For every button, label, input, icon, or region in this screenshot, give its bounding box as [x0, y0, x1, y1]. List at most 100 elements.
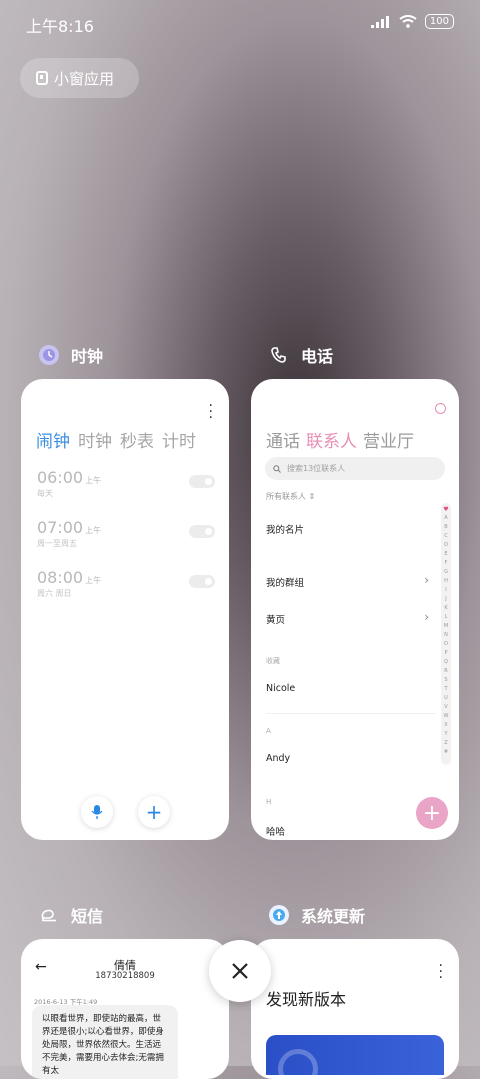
sms-app-card[interactable]: ← 倩倩 18730218809 2016-6-13 下午1:49 以眼看世界，…	[21, 939, 229, 1079]
update-app-name: 系统更新	[301, 907, 366, 926]
tab-stopwatch[interactable]: 秒表	[120, 427, 154, 452]
tab-alarm[interactable]: 闹钟	[36, 427, 70, 452]
index-letter[interactable]: S	[441, 676, 451, 685]
alphabet-index-bar[interactable]: ♥ A B C D E F G H I J K L M N O P Q R S T U V W X Y Z #	[441, 503, 451, 765]
index-letter[interactable]: Q	[441, 658, 451, 667]
search-placeholder: 搜索13位联系人	[287, 464, 346, 473]
section-header-a: A	[266, 727, 271, 735]
tab-calls[interactable]: 通话	[266, 427, 300, 452]
clock-app-card[interactable]: · · · 闹钟 时钟 秒表 计时 06:00 上午 每天 07:00 上午 周一至周五…	[21, 379, 229, 840]
status-time: 上午8:16	[26, 17, 94, 36]
alarm-repeat: 每天	[37, 489, 53, 498]
index-letter[interactable]: U	[441, 694, 451, 703]
floating-window-label: 小窗应用	[54, 69, 115, 88]
battery-icon: 100	[424, 14, 454, 29]
index-letter[interactable]: X	[441, 721, 451, 730]
more-options-icon[interactable]: · · ·	[439, 959, 443, 985]
index-letter[interactable]: C	[441, 532, 451, 541]
contact-item[interactable]: 哈哈	[266, 824, 285, 838]
index-letter[interactable]: G	[441, 568, 451, 577]
phone-tabs: 通话 联系人 营业厅	[266, 427, 414, 452]
alarm-item[interactable]: 06:00 上午 每天	[37, 468, 215, 499]
index-letter[interactable]: D	[441, 541, 451, 550]
more-options-icon[interactable]: · · ·	[209, 399, 213, 425]
floating-window-icon	[36, 71, 48, 85]
my-groups-item[interactable]: 我的群组	[266, 575, 304, 589]
index-letter[interactable]: T	[441, 685, 451, 694]
alarm-toggle[interactable]	[189, 575, 215, 588]
microphone-icon	[91, 805, 103, 819]
tab-timer[interactable]: 计时	[162, 427, 196, 452]
alarm-repeat: 周一至周五	[37, 539, 77, 548]
index-letter[interactable]: K	[441, 604, 451, 613]
voice-alarm-button[interactable]	[81, 796, 113, 828]
clock-app-name: 时钟	[71, 347, 104, 366]
alarm-repeat: 周六 周日	[37, 589, 72, 598]
index-letter[interactable]: B	[441, 523, 451, 532]
index-letter[interactable]: O	[441, 640, 451, 649]
clock-app-icon	[39, 345, 59, 365]
divider	[266, 713, 436, 714]
phone-app-card[interactable]: 通话 联系人 营业厅 搜索13位联系人 所有联系人 ⇕ 我的名片 我的群组 › …	[251, 379, 459, 840]
alarm-ampm: 上午	[85, 576, 102, 585]
alarm-ampm: 上午	[85, 526, 102, 535]
section-header-h: H	[266, 798, 272, 806]
sort-arrows-icon: ⇕	[308, 492, 316, 501]
alarm-ampm: 上午	[85, 476, 102, 485]
sms-message-bubble[interactable]: 以眼看世界，即使站的最高，世界还是很小;以心看世界，即使身处局限，世界依然很大。…	[32, 1005, 178, 1079]
favorites-heart-icon: ♥	[443, 506, 449, 513]
alarm-item[interactable]: 08:00 上午 周六 周日	[37, 568, 215, 599]
status-icons: 100	[370, 14, 454, 29]
update-title: 发现新版本	[266, 990, 347, 1009]
all-contacts-filter[interactable]: 所有联系人 ⇕	[266, 491, 315, 502]
index-letter[interactable]: Y	[441, 730, 451, 739]
search-icon	[273, 464, 281, 473]
index-letter[interactable]: E	[441, 550, 451, 559]
clock-app-header[interactable]: 时钟	[39, 343, 103, 367]
tab-service-hall[interactable]: 营业厅	[363, 427, 414, 452]
contact-search-input[interactable]: 搜索13位联系人	[265, 457, 445, 480]
update-app-card[interactable]: · · · 发现新版本	[251, 939, 459, 1079]
phone-app-name: 电话	[301, 347, 334, 366]
update-app-header[interactable]: 系统更新	[269, 903, 365, 927]
index-letter[interactable]: P	[441, 649, 451, 658]
index-letter[interactable]: F	[441, 559, 451, 568]
add-contact-button[interactable]: +	[416, 797, 448, 829]
tab-contacts[interactable]: 联系人	[306, 427, 357, 452]
index-letter[interactable]: L	[441, 613, 451, 622]
alarm-item[interactable]: 07:00 上午 周一至周五	[37, 518, 215, 549]
index-letter[interactable]: W	[441, 712, 451, 721]
index-letter[interactable]: N	[441, 631, 451, 640]
index-letter[interactable]: J	[441, 595, 451, 604]
index-letter[interactable]: H	[441, 577, 451, 586]
my-card-item[interactable]: 我的名片	[266, 522, 304, 536]
yellow-pages-item[interactable]: 黄页	[266, 612, 285, 626]
wifi-icon	[399, 15, 417, 28]
update-app-icon	[269, 905, 289, 925]
index-letter[interactable]: I	[441, 586, 451, 595]
alarm-toggle[interactable]	[189, 475, 215, 488]
status-bar: 上午8:16 100	[0, 0, 480, 46]
add-alarm-button[interactable]: +	[138, 796, 170, 828]
alarm-time: 06:00	[37, 468, 84, 487]
settings-gear-icon[interactable]	[435, 403, 446, 414]
index-letter[interactable]: #	[441, 748, 451, 757]
sms-contact-number: 18730218809	[95, 971, 155, 981]
tab-clock[interactable]: 时钟	[78, 427, 112, 452]
index-letter[interactable]: V	[441, 703, 451, 712]
index-letter[interactable]: R	[441, 667, 451, 676]
index-letter[interactable]: M	[441, 622, 451, 631]
alarm-toggle[interactable]	[189, 525, 215, 538]
favorites-header: 收藏	[266, 657, 280, 665]
index-letter[interactable]: Z	[441, 739, 451, 748]
clear-all-button[interactable]	[209, 940, 271, 1002]
all-contacts-label: 所有联系人	[266, 492, 306, 501]
index-letter[interactable]: A	[441, 514, 451, 523]
sms-app-header[interactable]: 短信	[39, 903, 103, 927]
alarm-time: 08:00	[37, 568, 84, 587]
contact-item[interactable]: Andy	[266, 753, 290, 764]
phone-app-header[interactable]: 电话	[269, 343, 333, 367]
contact-item[interactable]: Nicole	[266, 683, 295, 694]
alarm-time: 07:00	[37, 518, 84, 537]
floating-window-button[interactable]: 小窗应用	[20, 58, 139, 98]
